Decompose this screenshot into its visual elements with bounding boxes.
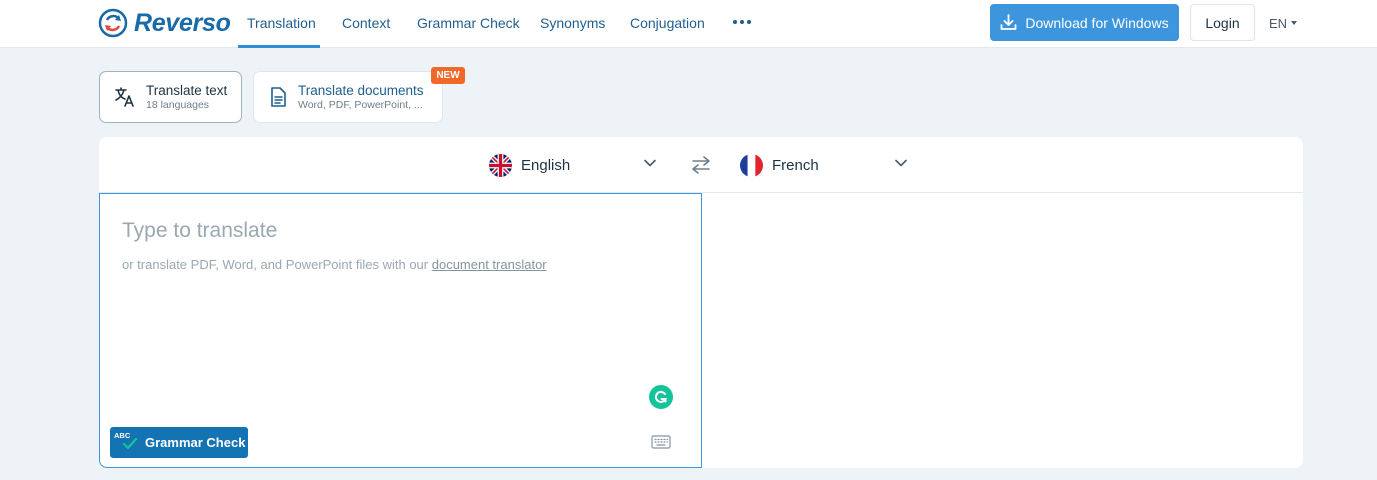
ui-language-label: EN <box>1269 15 1288 31</box>
target-language-label: French <box>772 156 819 174</box>
hint-text: or translate PDF, Word, and PowerPoint f… <box>122 257 432 272</box>
download-icon <box>1001 14 1017 30</box>
source-text-area[interactable]: Type to translate or translate PDF, Word… <box>99 193 702 468</box>
translate-text-title: Translate text <box>146 82 228 98</box>
top-header: Reverso Translation Context Grammar Chec… <box>0 0 1377 48</box>
login-button[interactable]: Login <box>1190 4 1255 41</box>
translator-panel: English French Type to translate or tran… <box>99 137 1303 468</box>
reverso-logo-icon <box>98 8 128 38</box>
language-bar: English French <box>99 137 1303 193</box>
uk-flag-icon <box>489 153 512 177</box>
source-language-label: English <box>521 156 571 174</box>
ui-language-select[interactable]: EN <box>1269 14 1298 32</box>
grammarly-icon[interactable] <box>649 385 673 409</box>
target-language-select[interactable]: French <box>740 152 819 178</box>
download-for-windows-button[interactable]: Download for Windows <box>990 4 1179 41</box>
grammar-check-label: Grammar Check <box>145 435 246 450</box>
document-icon <box>271 87 286 107</box>
translate-text-tab[interactable]: Translate text 18 languages <box>99 71 242 123</box>
nav-translation[interactable]: Translation <box>247 0 316 48</box>
france-flag-icon <box>740 153 763 177</box>
nav-grammar-check[interactable]: Grammar Check <box>417 0 520 48</box>
grammar-check-button[interactable]: ABC Grammar Check <box>110 427 248 458</box>
logo-text: Reverso <box>134 8 231 37</box>
document-translator-hint: or translate PDF, Word, and PowerPoint f… <box>122 257 547 272</box>
document-translator-link[interactable]: document translator <box>432 257 547 272</box>
nav-conjugation[interactable]: Conjugation <box>630 0 705 48</box>
reverso-logo[interactable]: Reverso <box>98 8 231 38</box>
chevron-down-icon[interactable] <box>895 159 907 167</box>
source-placeholder: Type to translate <box>122 219 278 242</box>
ellipsis-icon[interactable] <box>733 20 751 26</box>
download-label: Download for Windows <box>1025 14 1169 31</box>
swap-languages-icon[interactable] <box>690 155 712 175</box>
source-language-select[interactable]: English <box>489 152 570 178</box>
check-icon <box>122 437 138 450</box>
chevron-down-icon[interactable] <box>644 159 656 167</box>
keyboard-icon[interactable] <box>651 435 671 449</box>
translate-documents-subtitle: Word, PDF, PowerPoint, ... <box>298 98 423 111</box>
nav-active-indicator <box>238 45 320 48</box>
target-text-area <box>702 193 1303 468</box>
translate-icon <box>115 87 134 107</box>
translate-documents-tab[interactable]: Translate documents Word, PDF, PowerPoin… <box>253 71 443 123</box>
caret-down-icon <box>1291 21 1298 25</box>
translate-documents-title: Translate documents <box>298 82 424 98</box>
nav-context[interactable]: Context <box>342 0 390 48</box>
grammarly-g-glyph <box>654 390 668 403</box>
nav-synonyms[interactable]: Synonyms <box>540 0 605 48</box>
new-badge: NEW <box>431 67 465 84</box>
translate-text-subtitle: 18 languages <box>146 98 210 111</box>
